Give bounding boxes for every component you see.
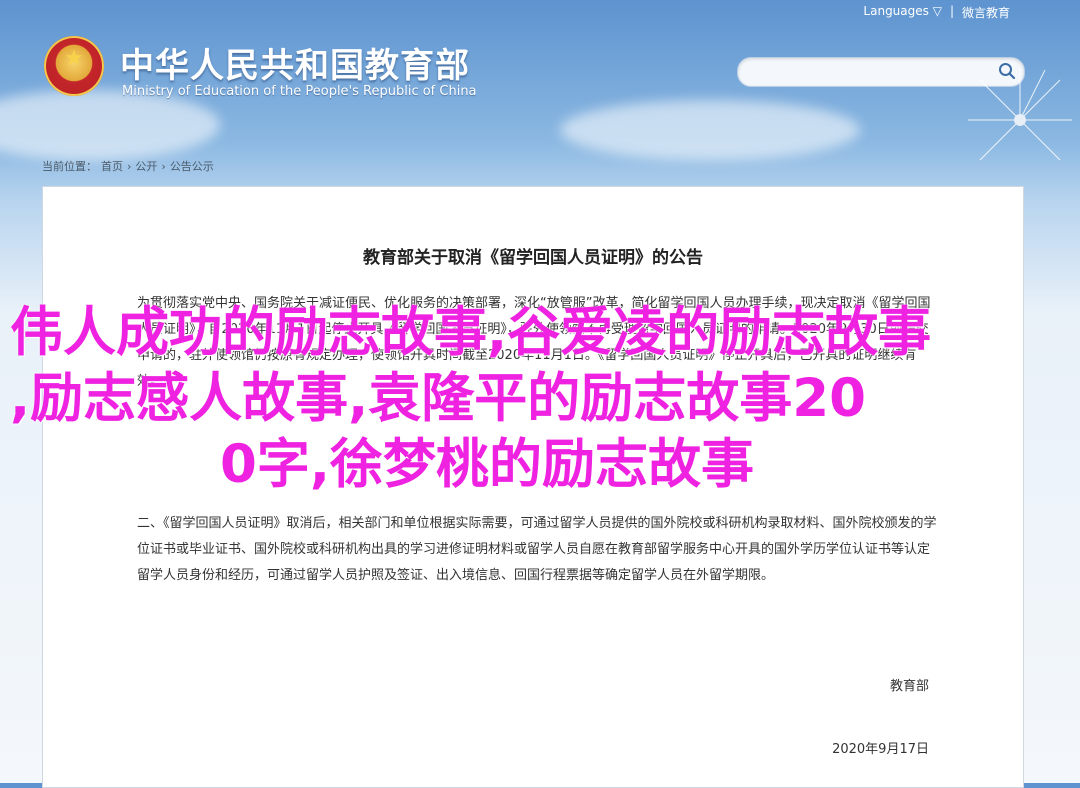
breadcrumb-public[interactable]: 公开	[135, 158, 157, 174]
site-title[interactable]: 中华人民共和国教育部	[120, 38, 470, 87]
chevron-right-icon: ›	[127, 159, 132, 173]
page-title: 教育部关于取消《留学回国人员证明》的公告	[363, 248, 703, 268]
breadcrumb-home[interactable]: 首页	[101, 158, 123, 174]
document-panel: 教育部关于取消《留学回国人员证明》的公告 为贯彻落实党中央、国务院关于减证便民、…	[42, 186, 1024, 788]
top-links: Languages ▽ | 微言教育	[863, 4, 1010, 21]
languages-link[interactable]: Languages ▽	[863, 4, 942, 21]
breadcrumb-announcements[interactable]: 公告公示	[170, 158, 214, 174]
separator: |	[949, 4, 954, 18]
document-date: 2020年9月17日	[832, 742, 929, 757]
search-input[interactable]	[750, 62, 984, 82]
breadcrumb: 当前位置： 首页 › 公开 › 公告公示	[42, 158, 214, 174]
site-subtitle: Ministry of Education of the People's Re…	[122, 84, 477, 99]
weibo-link[interactable]: 微言教育	[962, 4, 1010, 21]
dandelion-decoration-icon	[968, 68, 1072, 161]
cloud-decoration	[560, 100, 860, 160]
cloud-decoration	[0, 90, 220, 160]
breadcrumb-prefix: 当前位置：	[42, 160, 97, 173]
national-emblem-icon[interactable]: ★	[44, 36, 104, 96]
chevron-right-icon: ›	[161, 159, 166, 173]
signature: 教育部	[889, 679, 929, 694]
paragraph-2: 二、《留学回国人员证明》取消后，相关部门和单位根据实际需要，可通过留学人员提供的…	[137, 516, 937, 583]
paragraph-1: 为贯彻落实党中央、国务院关于减证便民、优化服务的决策部署，深化“放管服”改革，简…	[137, 296, 931, 389]
site-header: Languages ▽ | 微言教育 ★ 中华人民共和国教育部 Ministry…	[0, 0, 1080, 161]
